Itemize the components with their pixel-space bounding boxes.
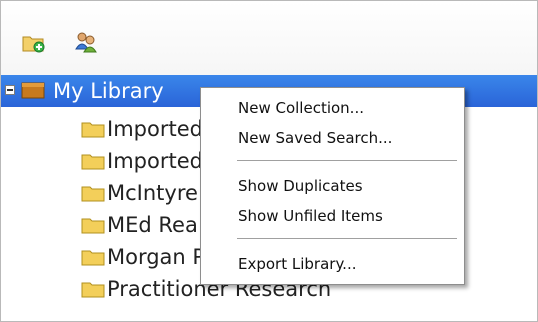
folder-icon — [81, 154, 105, 170]
app-window: My Library Imported Imported McIntyre ME — [0, 0, 538, 322]
tree-item-label: Imported — [107, 149, 203, 173]
library-icon — [21, 82, 45, 99]
tree-item-label: Imported — [107, 117, 203, 141]
folder-icon — [81, 218, 105, 234]
tree-item-label: McIntyre — [107, 181, 198, 205]
folder-icon — [81, 250, 105, 266]
folder-icon — [81, 282, 105, 298]
menu-item-new-collection[interactable]: New Collection... — [202, 96, 462, 120]
new-group-icon — [75, 32, 97, 53]
toolbar — [1, 1, 537, 75]
context-menu: New Collection... New Saved Search... Sh… — [200, 87, 465, 285]
new-collection-icon — [22, 36, 45, 53]
menu-item-show-duplicates[interactable]: Show Duplicates — [202, 174, 462, 198]
collapse-toggle-icon[interactable] — [5, 85, 15, 95]
menu-separator — [237, 160, 457, 161]
new-group-button[interactable] — [73, 31, 99, 55]
menu-item-new-saved-search[interactable]: New Saved Search... — [202, 126, 462, 150]
tree-item-label: My Library — [53, 79, 164, 103]
menu-item-show-unfiled-items[interactable]: Show Unfiled Items — [202, 204, 462, 228]
folder-icon — [81, 186, 105, 202]
menu-separator — [237, 238, 457, 239]
tree-item-label: MEd Rea — [107, 213, 198, 237]
new-collection-button[interactable] — [21, 31, 47, 55]
menu-item-export-library[interactable]: Export Library... — [202, 252, 462, 276]
folder-icon — [81, 122, 105, 138]
